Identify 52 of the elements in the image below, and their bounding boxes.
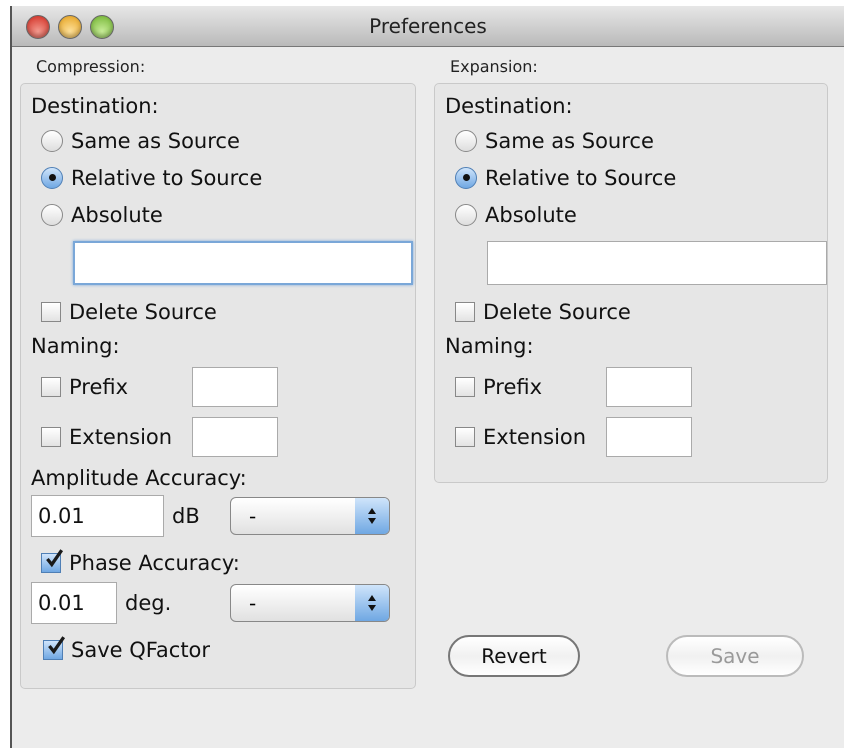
text-field[interactable] [606, 367, 692, 407]
radio-button[interactable] [41, 130, 63, 152]
number-field[interactable]: 0.01 [31, 582, 117, 624]
number-field[interactable]: 0.01 [31, 495, 164, 537]
radio-label[interactable]: Relative to Source [485, 166, 676, 190]
naming-label: Naming: [31, 333, 121, 360]
checkbox-label[interactable]: Extension [483, 425, 598, 449]
push-button[interactable]: Revert [448, 635, 580, 677]
window-title: Preferences [369, 14, 487, 38]
radio-button[interactable] [41, 204, 63, 226]
text-field[interactable] [192, 367, 278, 407]
stepper-arrows-icon [367, 507, 377, 525]
checkbox-label[interactable]: Extension [69, 425, 184, 449]
checkbox[interactable] [455, 302, 475, 322]
checkbox-label[interactable]: Save QFactor [71, 638, 210, 662]
checkbox-label[interactable]: Phase Accuracy: [69, 550, 240, 574]
destination-label: Destination: [445, 93, 574, 120]
checkbox-label[interactable]: Delete Source [69, 300, 217, 324]
radio-button[interactable] [41, 166, 63, 188]
naming-label: Naming: [445, 333, 535, 360]
destination-label: Destination: [31, 93, 160, 120]
checkbox[interactable] [41, 302, 61, 322]
radio-button[interactable] [455, 204, 477, 226]
path-field[interactable] [487, 241, 827, 285]
radio-label[interactable]: Absolute [485, 202, 577, 226]
checkbox-label[interactable]: Prefix [69, 375, 184, 399]
unit-label: deg. [125, 591, 172, 615]
text-field[interactable] [192, 417, 278, 457]
amplitude-label: Amplitude Accuracy: [31, 465, 248, 492]
path-field[interactable] [73, 241, 413, 285]
stepper-arrows-icon [367, 594, 377, 612]
checkbox[interactable] [455, 427, 475, 447]
radio-label[interactable]: Same as Source [485, 128, 654, 152]
radio-label[interactable]: Absolute [71, 202, 163, 226]
radio-label[interactable]: Same as Source [71, 128, 240, 152]
section-heading: Compression: [36, 57, 146, 77]
dropdown[interactable]: - [230, 584, 390, 622]
close-button[interactable] [26, 15, 50, 39]
radio-label[interactable]: Relative to Source [71, 166, 262, 190]
minimize-button[interactable] [58, 15, 82, 39]
dropdown[interactable]: - [230, 497, 390, 535]
checkbox[interactable] [41, 377, 61, 397]
section-heading: Expansion: [450, 57, 539, 77]
radio-button[interactable] [455, 166, 477, 188]
text-field[interactable] [606, 417, 692, 457]
checkbox[interactable] [41, 427, 61, 447]
zoom-button[interactable] [90, 15, 114, 39]
checkbox[interactable] [455, 377, 475, 397]
radio-button[interactable] [455, 130, 477, 152]
checkbox-label[interactable]: Delete Source [483, 300, 631, 324]
unit-label: dB [172, 504, 201, 528]
checkbox-label[interactable]: Prefix [483, 375, 598, 399]
